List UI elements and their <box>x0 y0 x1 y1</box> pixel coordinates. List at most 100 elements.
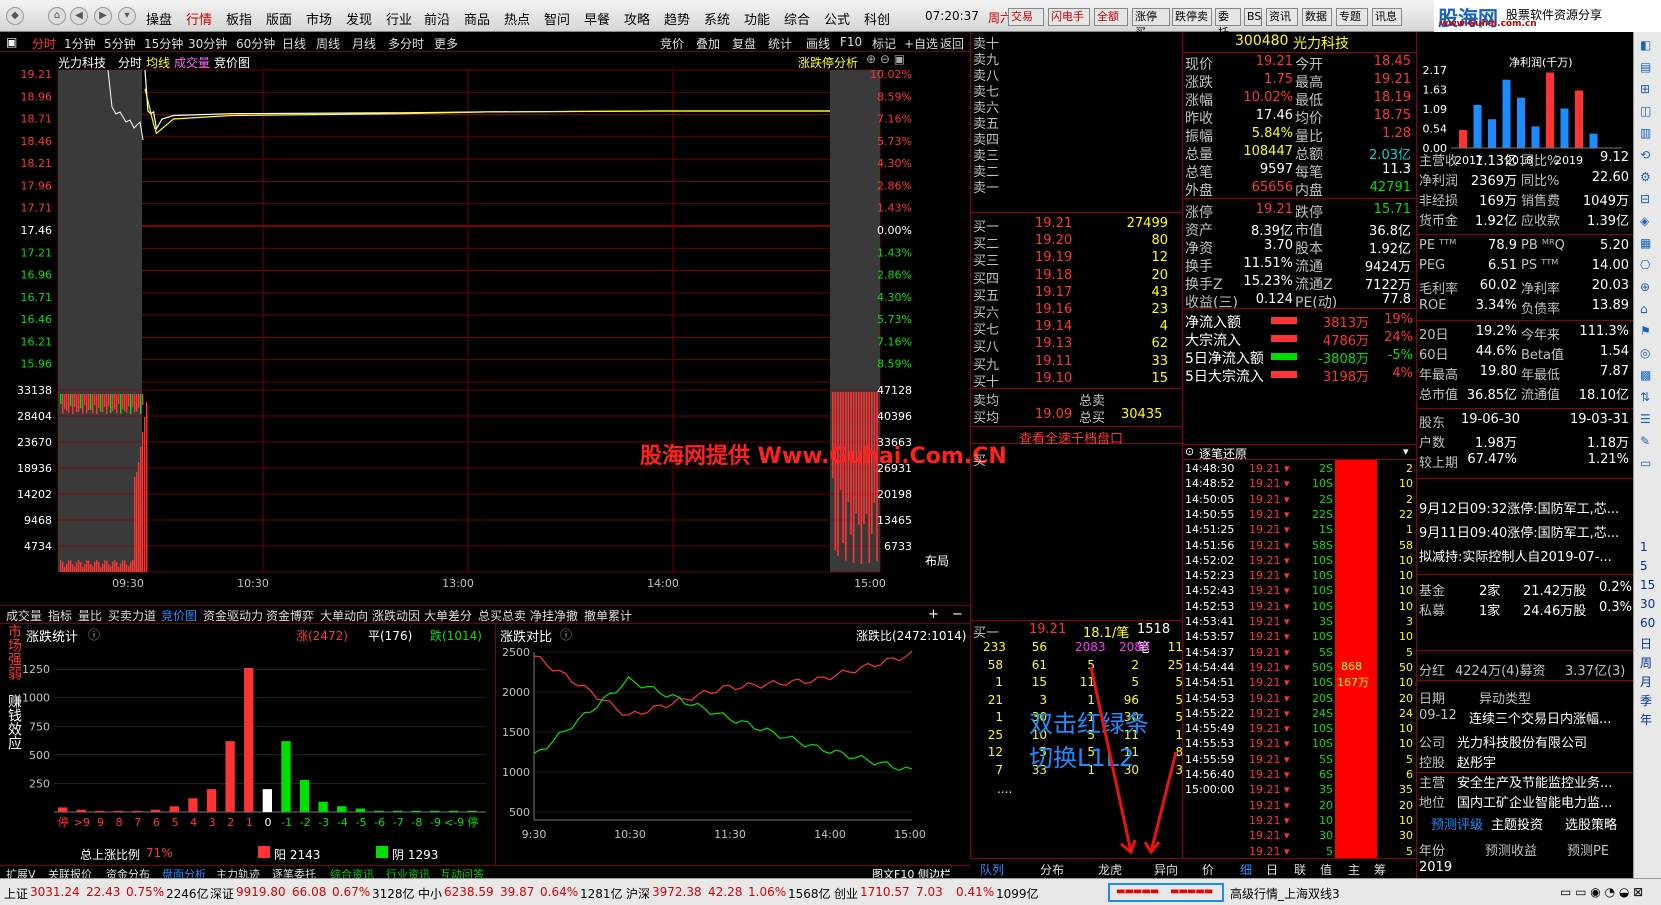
remove-indicator-icon[interactable]: − <box>952 607 963 622</box>
news-item[interactable]: 9月12日09:32涨停:国防军工,芯... <box>1419 498 1619 517</box>
menu-item[interactable]: 前沿 <box>424 9 450 28</box>
tick-dropdown-icon[interactable]: ▾ <box>1403 445 1409 458</box>
sidebar-period-label[interactable]: 60 <box>1640 616 1655 630</box>
sell-level-row[interactable]: 卖七 <box>971 81 1171 100</box>
indicator-tab[interactable]: 总买总卖 <box>478 607 526 624</box>
sidebar-tool-icon[interactable]: ▩ <box>1640 368 1651 382</box>
sell-level-row[interactable]: 卖一 <box>971 177 1171 196</box>
company-value[interactable]: 光力科技股份有限公司 <box>1457 732 1587 751</box>
trade-button[interactable]: BS <box>1244 8 1262 26</box>
collapse-icon[interactable]: ▣ <box>6 35 17 49</box>
company-value[interactable]: 赵彤宇 <box>1457 752 1496 771</box>
trade-button[interactable]: 跌停卖 <box>1172 8 1212 26</box>
sell-level-row[interactable]: 卖二 <box>971 161 1171 180</box>
index-name[interactable]: 上证 <box>4 885 28 902</box>
detail-tab[interactable]: 价 <box>1202 861 1214 878</box>
menu-item[interactable]: 综合 <box>784 9 810 28</box>
company-value[interactable]: 国内工矿企业智能电力监... <box>1457 792 1612 811</box>
detail-tab[interactable]: 异向 <box>1154 861 1178 878</box>
menu-item[interactable]: 商品 <box>464 9 490 28</box>
sidebar-tool-icon[interactable]: ✎ <box>1640 434 1650 448</box>
menu-item[interactable]: 操盘 <box>146 9 172 28</box>
buy-level-row[interactable]: 买八 19.13 62 <box>971 336 1171 355</box>
tick-big-bar[interactable]: 868 167万 <box>1335 460 1377 876</box>
sidebar-tool-icon[interactable]: ▥ <box>1640 126 1651 140</box>
indicator-tab[interactable]: 大单差分 <box>424 607 472 624</box>
layout-button[interactable]: 布局 <box>925 552 949 569</box>
company-value[interactable]: 安全生产及节能监控业务... <box>1457 772 1612 791</box>
period-tab[interactable]: 多分时 <box>388 35 424 52</box>
trade-button[interactable]: 专题 <box>1336 8 1368 26</box>
buy-level-row[interactable]: 买九 19.11 33 <box>971 354 1171 373</box>
trade-button[interactable]: 资讯 <box>1266 8 1298 26</box>
market-strength-label[interactable]: 市场强弱 <box>0 624 22 694</box>
chart-auction-label[interactable]: 竞价图 <box>214 54 250 71</box>
sell-level-row[interactable]: 卖三 <box>971 145 1171 164</box>
detail-tab[interactable]: 细 <box>1240 861 1252 878</box>
detail-tab[interactable]: 龙虎 <box>1098 861 1122 878</box>
sell-level-row[interactable]: 卖五 <box>971 113 1171 132</box>
menu-item[interactable]: 科创 <box>864 9 890 28</box>
sidebar-tool-icon[interactable]: ◫ <box>1640 104 1651 118</box>
indicator-tab[interactable]: 竞价图 <box>161 607 197 624</box>
indicator-tab[interactable]: 量比 <box>78 607 102 624</box>
event-date[interactable]: 09-12 <box>1419 708 1457 723</box>
chart-tool-button[interactable]: +自选 <box>904 35 938 52</box>
buy-level-row[interactable]: 买七 19.14 4 <box>971 319 1171 338</box>
red-green-bar-left[interactable]: ▬▬▬▬▬ <box>1116 886 1159 897</box>
menu-item[interactable]: 板指 <box>226 9 252 28</box>
sidebar-tool-icon[interactable]: ⌂ <box>1640 302 1648 316</box>
menu-item[interactable]: 发现 <box>346 9 372 28</box>
tick-header[interactable]: ⊙ 逐笔还原 ▾ <box>1183 444 1417 461</box>
sidebar-period-label[interactable]: 5 <box>1640 559 1648 573</box>
buy-level-row[interactable]: 买六 19.16 23 <box>971 302 1171 321</box>
menu-item[interactable]: 市场 <box>306 9 332 28</box>
stats-info-icon[interactable]: ⓘ <box>88 626 100 643</box>
period-tab[interactable]: 15分钟 <box>144 35 183 52</box>
chart-tool-button[interactable]: 复盘 <box>732 35 756 52</box>
period-tab[interactable]: 30分钟 <box>188 35 227 52</box>
period-tab[interactable]: 60分钟 <box>236 35 275 52</box>
sidebar-period-label[interactable]: 30 <box>1640 597 1655 611</box>
indicator-tab[interactable]: 成交量 <box>6 607 42 624</box>
chart-tool-button[interactable]: 返回 <box>940 35 964 52</box>
indicator-tab[interactable]: 资金博弈 <box>266 607 314 624</box>
red-green-bar-right[interactable]: ▬▬▬▬▬ <box>1170 886 1213 897</box>
indicator-tab[interactable]: 资金驱动力 <box>203 607 263 624</box>
index-name[interactable]: 中小 <box>418 885 442 902</box>
index-name[interactable]: 沪深 <box>626 885 650 902</box>
home-icon[interactable]: ⌂ <box>48 7 66 25</box>
forward-icon[interactable]: ▶ <box>94 7 112 25</box>
status-icons[interactable]: ▭ ▭ ◉ ◔ ◒ ⊠ <box>1560 885 1643 899</box>
indicator-tab[interactable]: 买卖力道 <box>108 607 156 624</box>
add-indicator-icon[interactable]: + <box>928 607 939 622</box>
buy-level-row[interactable]: 买二 19.20 80 <box>971 233 1171 252</box>
buy-level-row[interactable]: 买一 19.21 27499 <box>971 216 1171 235</box>
trade-button[interactable]: 数据 <box>1302 8 1332 26</box>
sidebar-period-label[interactable]: 周 <box>1640 654 1652 671</box>
menu-item[interactable]: 行情 <box>186 9 212 28</box>
indicator-tab[interactable]: 涨跌动因 <box>372 607 420 624</box>
buy-level-row[interactable]: 买三 19.19 12 <box>971 250 1171 269</box>
sell-level-row[interactable]: 卖八 <box>971 65 1171 84</box>
trade-button[interactable]: 讯息 <box>1372 8 1402 26</box>
back-icon[interactable]: ◀ <box>70 7 88 25</box>
news-item[interactable]: 拟减持:实际控制人自2019-07-... <box>1419 546 1612 565</box>
sell-level-row[interactable]: 卖九 <box>971 49 1171 68</box>
menu-item[interactable]: 攻略 <box>624 9 650 28</box>
sidebar-tool-icon[interactable]: ◎ <box>1640 346 1650 360</box>
menu-item[interactable]: 行业 <box>386 9 412 28</box>
period-tab[interactable]: 月线 <box>352 35 376 52</box>
sidebar-tool-icon[interactable]: ⟲ <box>1640 148 1650 162</box>
trade-button[interactable]: 交易 <box>1008 8 1044 26</box>
detail-tab[interactable]: 筹 <box>1374 861 1386 878</box>
chart-tool-button[interactable]: 统计 <box>768 35 792 52</box>
sell-level-row[interactable]: 卖十 <box>971 33 1171 52</box>
chart-tool-button[interactable]: 画线 <box>806 35 830 52</box>
forecast-tab[interactable]: 预测评级 <box>1431 814 1483 833</box>
chart-settings-icon[interactable]: ⊕ ⊖ ▣ <box>866 52 905 66</box>
menu-item[interactable]: 系统 <box>704 9 730 28</box>
index-name[interactable]: 创业 <box>834 885 858 902</box>
buy-level-row[interactable]: 买五 19.17 43 <box>971 285 1171 304</box>
sidebar-tool-icon[interactable]: ⊕ <box>1640 280 1650 294</box>
